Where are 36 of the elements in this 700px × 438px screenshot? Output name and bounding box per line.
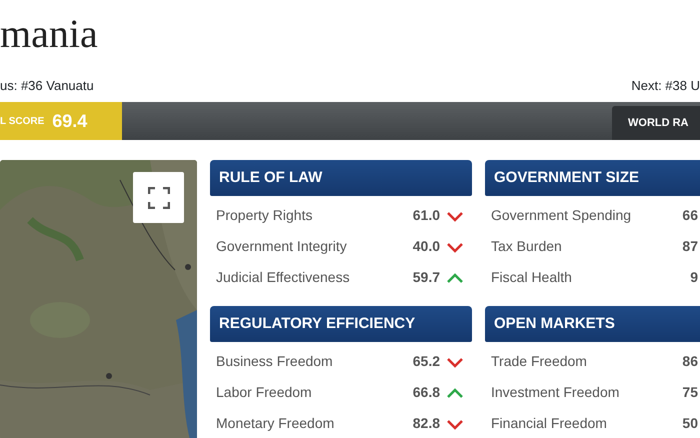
indicator-score: 61.0 bbox=[412, 206, 440, 225]
indicator-name: Government Spending bbox=[491, 206, 632, 225]
indicator-name: Property Rights bbox=[216, 206, 314, 225]
indicator-name: Trade Freedom bbox=[491, 352, 588, 371]
indicator-name: Judicial Effectiveness bbox=[216, 268, 351, 287]
indicator-score: 59.7 bbox=[412, 268, 440, 287]
indicator-name: Tax Burden bbox=[491, 237, 563, 256]
section-header: RULE OF LAW bbox=[210, 160, 472, 196]
indicator-name: Fiscal Health bbox=[491, 268, 573, 287]
indicator-name: Financial Freedom bbox=[491, 414, 608, 433]
indicator-score: 9 bbox=[690, 268, 699, 287]
next-country-link[interactable]: Next: #38 U bbox=[631, 76, 700, 94]
indicator-score: 86 bbox=[682, 352, 699, 371]
indicator-score: 75 bbox=[682, 383, 699, 402]
indicator-score: 87 bbox=[682, 237, 699, 256]
score-label: L SCORE bbox=[0, 114, 44, 128]
fullscreen-button[interactable] bbox=[133, 172, 184, 223]
indicator-score: 66.8 bbox=[412, 383, 440, 402]
fullscreen-icon bbox=[148, 186, 170, 208]
indicator-name: Monetary Freedom bbox=[216, 414, 336, 433]
indicator-score: 82.8 bbox=[412, 414, 440, 433]
section-header: REGULATORY EFFICIENCY bbox=[210, 306, 472, 342]
page-title: mania bbox=[0, 10, 99, 54]
indicator-name: Investment Freedom bbox=[491, 383, 620, 402]
section-header: OPEN MARKETS bbox=[485, 306, 700, 342]
indicator-name: Labor Freedom bbox=[216, 383, 313, 402]
indicator-score: 40.0 bbox=[412, 237, 440, 256]
indicator-name: Business Freedom bbox=[216, 352, 334, 371]
section-header: GOVERNMENT SIZE bbox=[485, 160, 700, 196]
score-value: 69.4 bbox=[52, 110, 88, 132]
indicator-score: 50 bbox=[682, 414, 699, 433]
previous-country-link[interactable]: us: #36 Vanuatu bbox=[0, 76, 94, 94]
world-rank-tab[interactable]: WORLD RA bbox=[612, 106, 700, 140]
indicator-name: Government Integrity bbox=[216, 237, 348, 256]
indicator-score: 65.2 bbox=[412, 352, 440, 371]
indicator-score: 66 bbox=[682, 206, 699, 225]
